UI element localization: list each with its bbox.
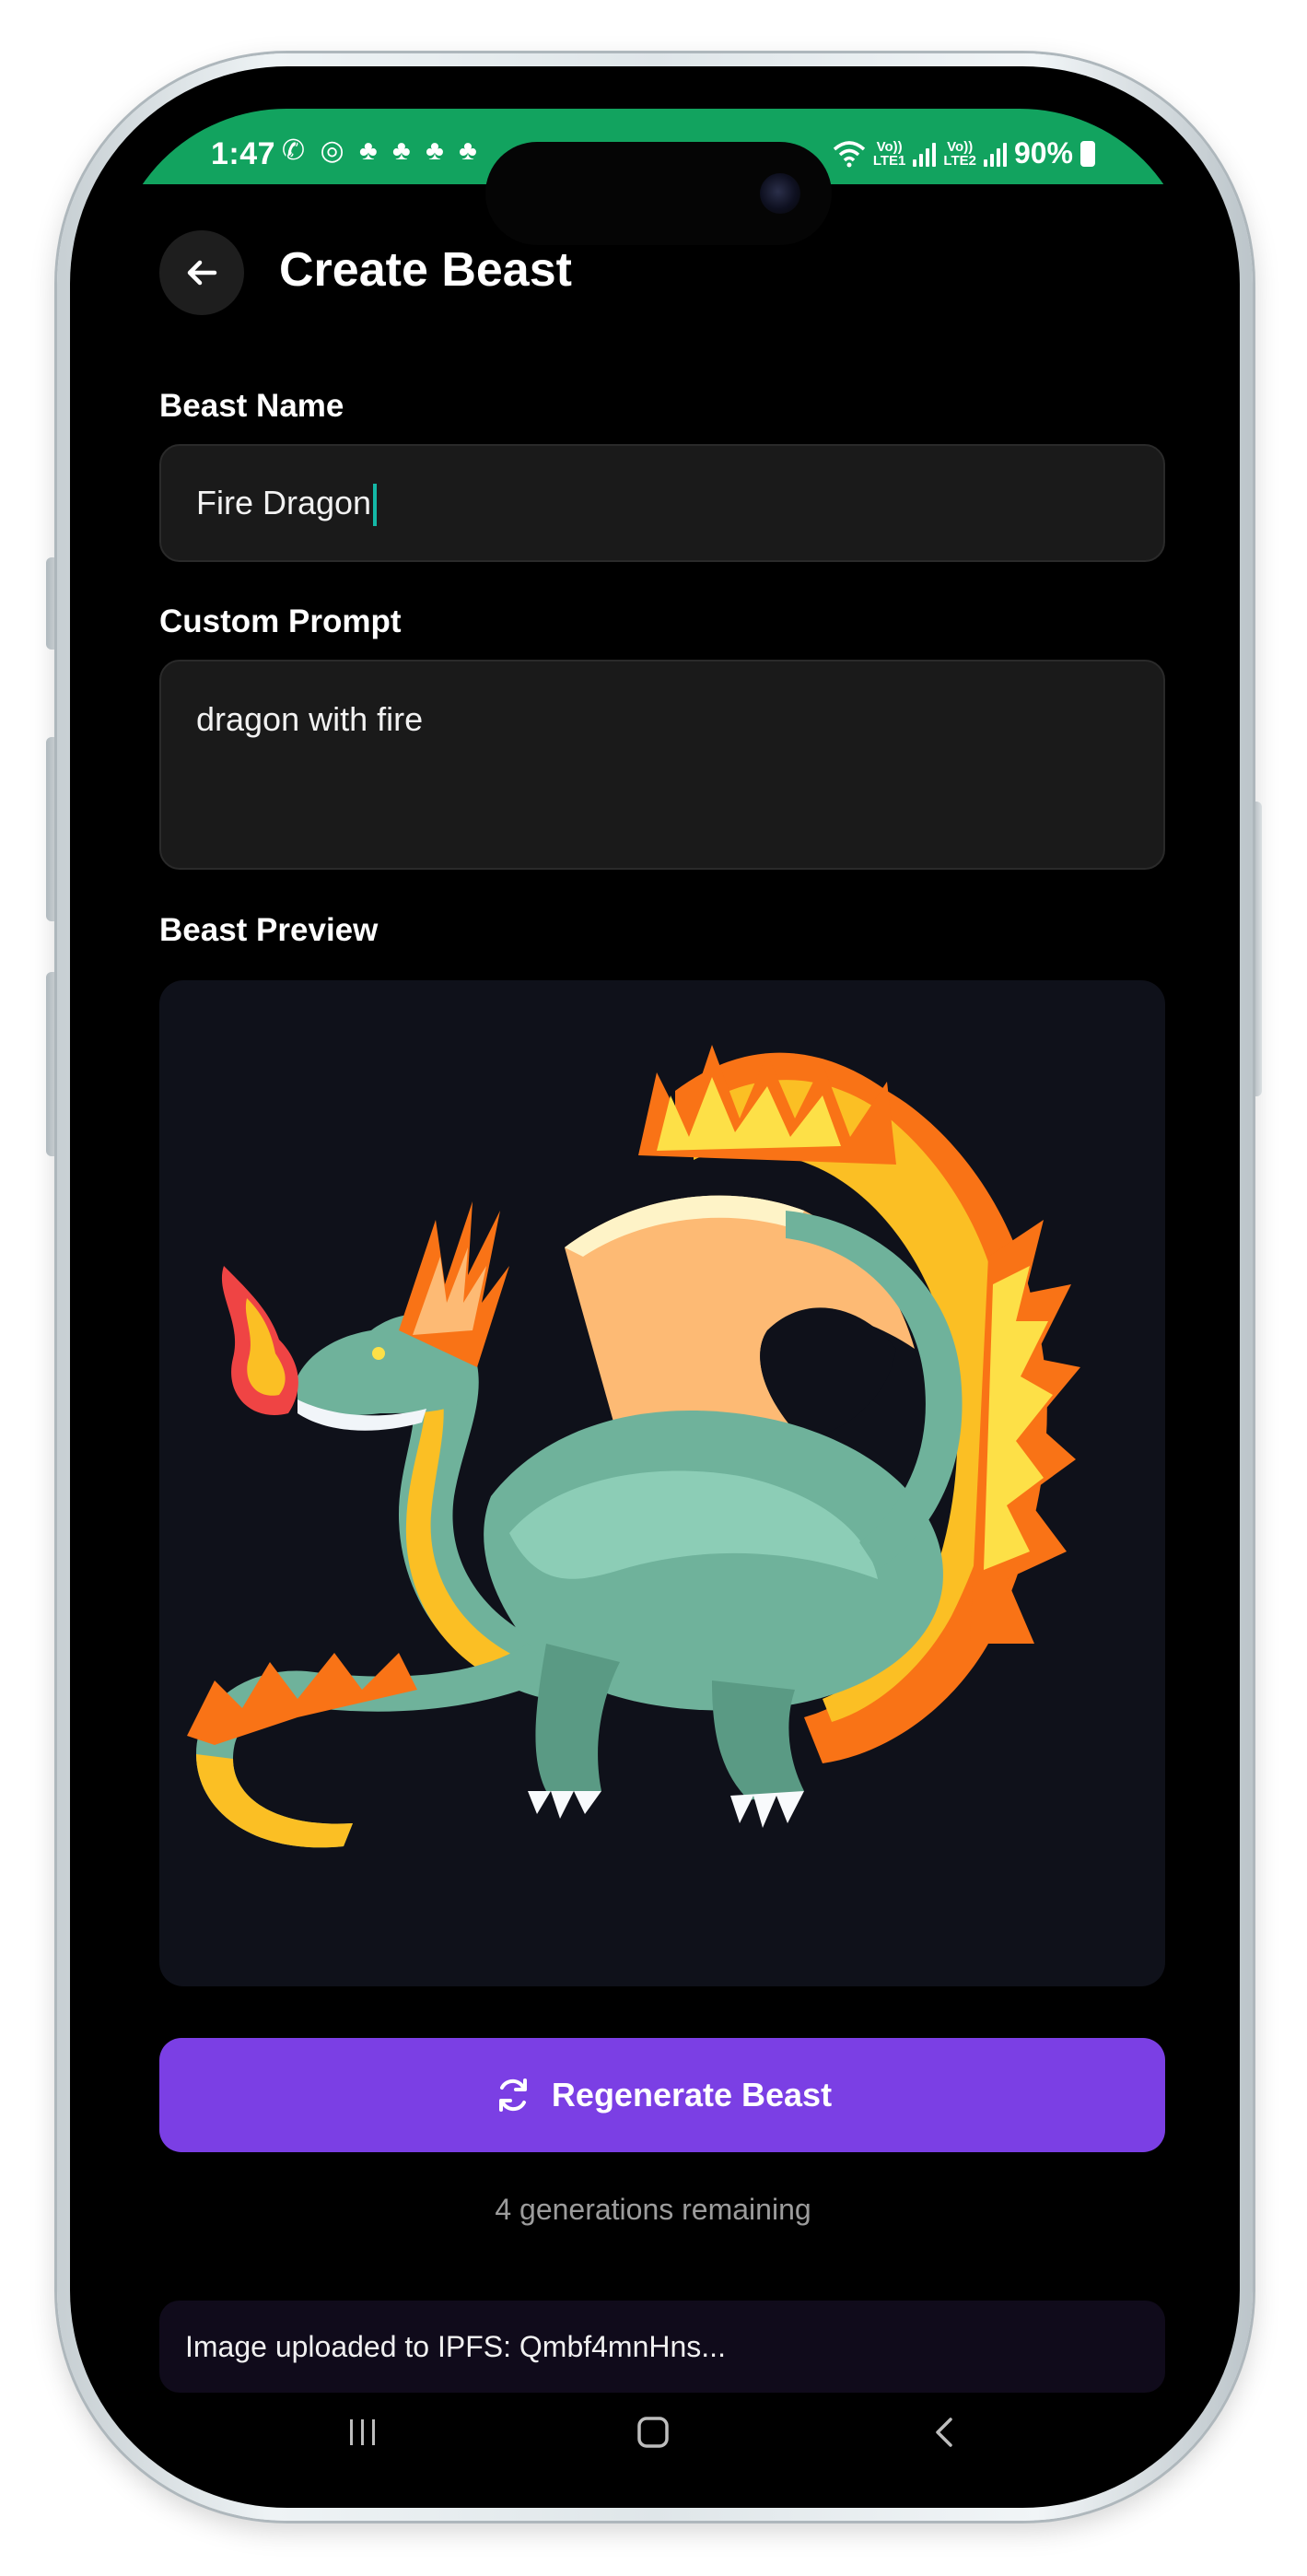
whatsapp-icon: ◎	[320, 135, 348, 166]
sim1-volte-indicator: Vo)) LTE1	[873, 140, 906, 168]
sim2-signal-icon	[983, 141, 1007, 167]
custom-prompt-value: dragon with fire	[196, 700, 424, 738]
camera-lens	[760, 173, 800, 214]
sim2-lte-label: LTE2	[943, 152, 976, 169]
sim1-signal-icon	[913, 141, 937, 167]
beast-name-label: Beast Name	[159, 388, 344, 424]
beast-preview-label: Beast Preview	[159, 912, 379, 948]
back-nav-icon[interactable]	[917, 2410, 973, 2454]
snapchat-icon: ♣	[426, 135, 448, 166]
regenerate-beast-label: Regenerate Beast	[551, 2076, 833, 2113]
battery-icon	[1080, 140, 1095, 167]
snapchat-icon: ♣	[459, 135, 481, 166]
page-title: Create Beast	[279, 243, 572, 297]
snapchat-icon: ♣	[392, 135, 414, 166]
camera-island	[485, 142, 832, 245]
beast-name-input[interactable]: Fire Dragon	[159, 444, 1165, 562]
status-time: 1:47	[211, 136, 276, 171]
custom-prompt-label: Custom Prompt	[159, 603, 402, 639]
refresh-icon	[498, 2078, 527, 2112]
battery-percent: 90%	[1013, 136, 1073, 170]
recent-apps-icon[interactable]	[335, 2410, 391, 2454]
notification-icons: ✆ ◎ ♣ ♣ ♣ ♣	[282, 135, 481, 167]
regenerate-beast-button[interactable]: Regenerate Beast	[159, 2038, 1165, 2152]
device-mockup: 1:47 ✆ ◎ ♣ ♣ ♣ ♣ Vo)) LTE1 Vo)) LTE2 90%…	[0, 0, 1307, 2576]
app-screen: 1:47 ✆ ◎ ♣ ♣ ♣ ♣ Vo)) LTE1 Vo)) LTE2 90%…	[111, 109, 1195, 2464]
generations-remaining-text: 4 generations remaining	[495, 2193, 811, 2226]
beast-name-value: Fire Dragon	[196, 484, 372, 521]
beast-preview-image	[159, 980, 1165, 1986]
snapchat-icon: ♣	[359, 135, 381, 166]
sim2-volte-indicator: Vo)) LTE2	[943, 140, 976, 168]
back-button[interactable]	[159, 230, 244, 315]
sim2-volte-label: Vo))	[947, 138, 974, 155]
ipfs-upload-message: Image uploaded to IPFS: Qmbf4mnHns...	[185, 2329, 726, 2363]
home-icon[interactable]	[625, 2410, 681, 2454]
custom-prompt-textarea[interactable]: dragon with fire	[159, 660, 1165, 870]
status-right: Vo)) LTE1 Vo)) LTE2 90%	[833, 136, 1095, 170]
arrow-left-icon	[187, 260, 217, 286]
system-nav-bar	[111, 2403, 1195, 2464]
sim1-lte-label: LTE1	[872, 152, 906, 169]
dragon-illustration	[187, 1045, 1080, 1848]
wifi-icon	[833, 140, 865, 167]
sim1-volte-label: Vo))	[876, 138, 903, 155]
ipfs-upload-status: Image uploaded to IPFS: Qmbf4mnHns...	[159, 2301, 1165, 2393]
text-caret	[373, 484, 378, 527]
phone-wifi-call-icon: ✆	[282, 135, 309, 166]
